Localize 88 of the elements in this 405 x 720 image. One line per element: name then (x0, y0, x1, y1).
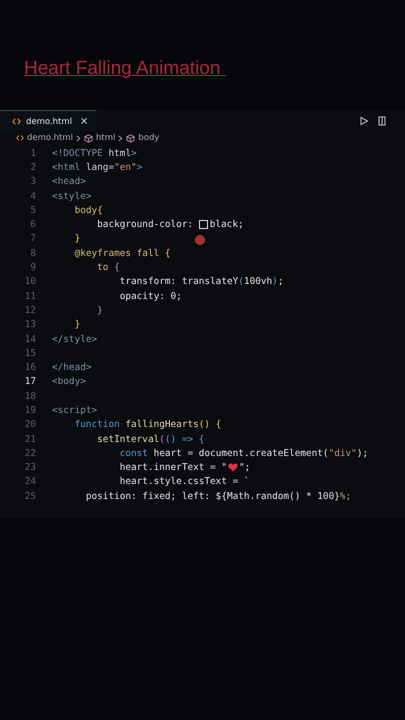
breadcrumb-item[interactable]: demo.html (27, 133, 74, 143)
code-text: "en" (114, 162, 137, 173)
split-editor-icon[interactable] (377, 116, 387, 126)
breadcrumb-item[interactable]: html (96, 133, 116, 143)
code-text: { (164, 248, 171, 259)
code-text: = (108, 162, 114, 173)
line-number: 12 (24, 304, 36, 316)
pointer-dot-icon (195, 235, 205, 245)
code-text: } (74, 319, 80, 330)
chevron-icon (118, 134, 124, 142)
code-text: 100vh (244, 276, 272, 288)
line-number: 23 (24, 462, 36, 474)
close-button[interactable]: × (80, 116, 88, 127)
code-file-icon (12, 117, 21, 126)
cube-icon (84, 134, 94, 142)
breadcrumb-item[interactable]: body (138, 133, 160, 143)
line-number: 24 (24, 476, 36, 488)
code-text: ( (159, 434, 165, 445)
line-number: 16 (24, 362, 36, 374)
code-text: </style> (52, 334, 98, 344)
code-text: <style> (52, 190, 92, 202)
code-text: <!DOCTYPE (52, 148, 104, 159)
code-text: () { (198, 419, 222, 430)
line-number: 15 (24, 348, 36, 359)
code-text: heart = document.createElement( (154, 448, 329, 459)
code-text: ( (238, 276, 244, 288)
line-number: 10 (24, 276, 36, 288)
line-number: 18 (24, 390, 36, 402)
line-number: 4 (29, 190, 36, 202)
code-text: const (118, 448, 149, 459)
code-text: heart.style.cssText = ` (118, 476, 250, 488)
code-text: opacity: 0; (118, 290, 182, 302)
code-text: to (96, 262, 110, 274)
code-text: { (97, 204, 103, 216)
line-number: 5 (29, 204, 36, 216)
code-text: <body> (52, 376, 86, 388)
code-text: body (74, 204, 98, 216)
run-icon[interactable] (359, 116, 369, 126)
line-number: 9 (29, 262, 36, 274)
code-text: } (74, 233, 80, 244)
line-number: 11 (24, 290, 36, 302)
code-text: <html (52, 162, 82, 173)
color-swatch-icon (198, 220, 208, 230)
code-text: () => { (164, 434, 204, 445)
heart-icon (228, 463, 238, 472)
file-tab[interactable]: demo.html × (0, 110, 96, 131)
line-number: 22 (24, 448, 36, 459)
code-text: <script> (52, 404, 98, 416)
cube-icon (126, 134, 136, 142)
line-number: 25 (24, 490, 36, 502)
code-text: function (74, 419, 121, 430)
code-text: fallingHearts (125, 419, 199, 430)
code-text: </head> (52, 362, 92, 374)
code-text: > (131, 148, 137, 159)
line-number: 6 (29, 219, 36, 230)
chevron-icon (76, 134, 82, 142)
code-text: @keyframes fall (74, 248, 160, 259)
line-number: 20 (24, 419, 36, 430)
code-file-icon (16, 134, 24, 142)
video-title: Heart Falling Animation (24, 58, 222, 80)
code-text: } (96, 304, 103, 316)
line-number: 17 (24, 376, 36, 388)
code-text: %; (340, 490, 352, 502)
code-text: html (108, 148, 132, 159)
code-text: { (114, 262, 120, 274)
code-text: > (136, 162, 142, 173)
line-number: 3 (29, 176, 36, 188)
code-text: ); (356, 448, 368, 459)
code-text: <head> (52, 176, 86, 188)
code-text: ) (272, 276, 278, 288)
line-number: 7 (29, 233, 36, 244)
code-text: ; (278, 276, 284, 288)
code-text: lang (86, 162, 108, 173)
code-text: black; (210, 219, 244, 230)
line-number: 21 (24, 434, 36, 445)
line-number: 8 (29, 248, 36, 259)
code-text: "; (238, 462, 250, 474)
line-number: 13 (24, 319, 36, 330)
line-number: 1 (29, 148, 36, 159)
line-number: 14 (24, 334, 36, 344)
code-text: background-color: (96, 219, 194, 230)
code-text: heart.innerText = " (118, 462, 227, 474)
code-text: transform: translateY (118, 276, 238, 288)
code-text: "div" (328, 448, 357, 459)
line-number: 19 (24, 404, 36, 416)
line-number: 2 (29, 162, 36, 173)
code-text: position: fixed; left: ${Math.random() * 100} (84, 490, 340, 502)
code-text: setInterval (96, 434, 160, 445)
